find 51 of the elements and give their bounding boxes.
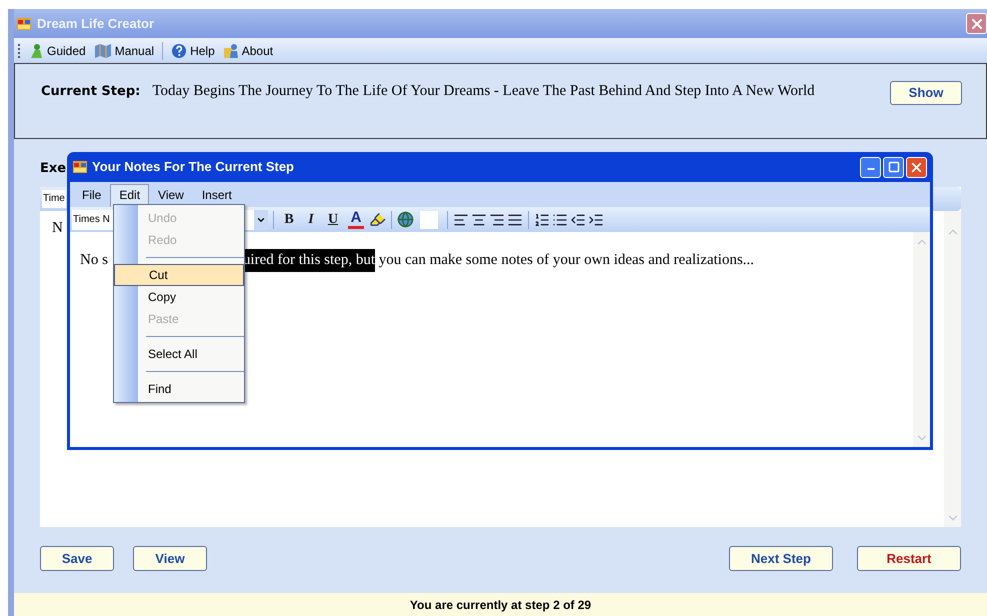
note-text: you can make some notes of your own ideas and realizations... — [378, 251, 754, 270]
align-left-icon[interactable] — [453, 212, 469, 228]
menu-item[interactable]: Insert — [192, 184, 241, 207]
font-field[interactable]: Time — [42, 190, 66, 208]
show-button[interactable]: Show — [890, 81, 962, 105]
menu-item[interactable]: Select All — [138, 343, 244, 365]
align-justify-icon[interactable] — [507, 212, 523, 228]
underline-button[interactable]: U — [323, 210, 343, 230]
numbered-list-icon[interactable] — [534, 212, 550, 228]
maximize-icon — [888, 161, 900, 173]
font-color-button[interactable]: A — [345, 210, 367, 230]
maximize-button[interactable] — [883, 156, 904, 178]
person-icon — [28, 42, 44, 58]
person-book-icon — [222, 42, 239, 58]
editor-text: N — [52, 219, 63, 235]
status-text: You are currently at step 2 of 29 — [410, 596, 592, 614]
app-icon — [72, 159, 88, 175]
outdent-icon[interactable] — [570, 212, 586, 228]
menu-item[interactable]: Copy — [138, 286, 244, 308]
app-icon — [16, 16, 32, 32]
restart-button[interactable]: Restart — [857, 546, 961, 571]
align-right-icon[interactable] — [489, 212, 505, 228]
current-step-text: Today Begins The Journey To The Life Of Your Dreams - Leave The Past Behind And Step Into A New World — [152, 82, 815, 101]
indent-icon[interactable] — [588, 212, 604, 228]
bullet-list-icon[interactable] — [552, 212, 568, 228]
toolbar-button[interactable]: Guided — [47, 42, 86, 60]
menu-item[interactable]: Find — [138, 378, 244, 400]
bold-button[interactable]: B — [279, 210, 299, 230]
action-button[interactable]: Next Step — [729, 546, 833, 571]
globe-icon[interactable] — [397, 211, 414, 228]
minimize-button[interactable] — [860, 156, 881, 178]
note-text: No s — [80, 251, 108, 270]
current-step-label: Current Step: — [41, 83, 140, 101]
close-button[interactable] — [906, 156, 927, 178]
toolbar-button[interactable]: Help — [190, 42, 215, 60]
menu-item[interactable]: View — [149, 184, 193, 207]
menu-item[interactable]: File — [73, 184, 110, 207]
highlighter-icon[interactable] — [369, 211, 386, 228]
italic-button[interactable]: I — [301, 210, 321, 230]
color-swatch[interactable] — [420, 210, 438, 228]
dialog-title: Your Notes For The Current Step — [92, 158, 294, 176]
map-icon — [94, 42, 112, 58]
action-button[interactable]: View — [133, 546, 207, 571]
window-title: Dream Life Creator — [37, 14, 154, 33]
menu-item[interactable]: Cut — [114, 264, 244, 286]
align-center-icon[interactable] — [471, 212, 487, 228]
toolbar-button[interactable]: Manual — [114, 42, 154, 60]
toolbar-button[interactable]: About — [242, 42, 274, 60]
help-icon — [171, 42, 188, 58]
exercise-label: Exe — [40, 160, 66, 175]
action-button[interactable]: Save — [40, 546, 114, 571]
